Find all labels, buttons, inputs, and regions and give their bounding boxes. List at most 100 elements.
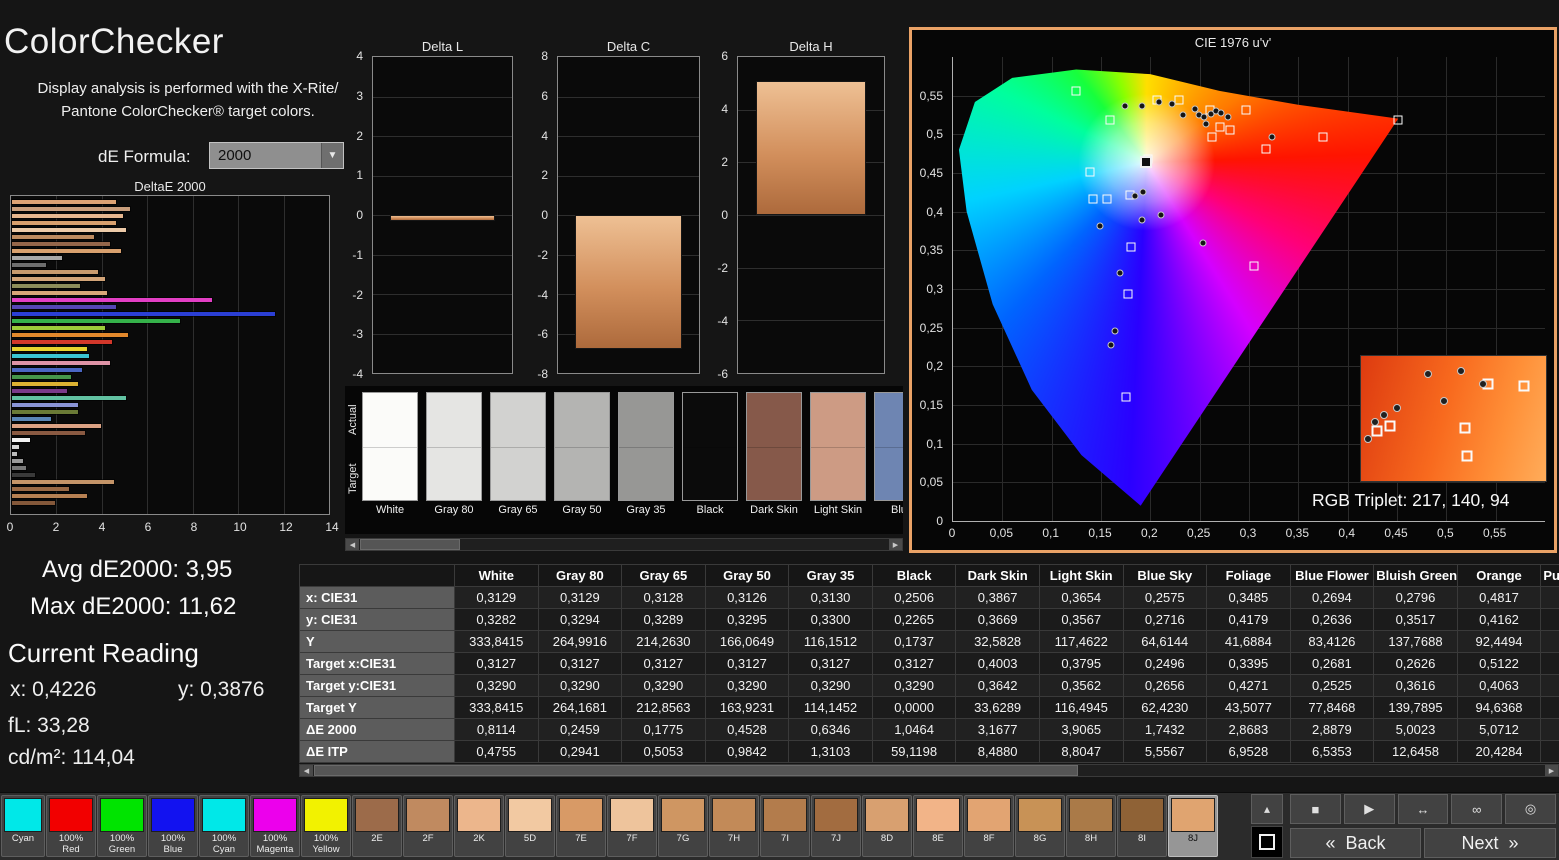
patch-button-8f[interactable]: 8F xyxy=(964,795,1014,857)
table-cell: 0,2496 xyxy=(1123,653,1207,675)
delta-l-chart-plot xyxy=(372,56,513,374)
swatch-color xyxy=(554,392,610,501)
table-cell: 0,4162 xyxy=(1457,609,1541,631)
inset-measurement-marker xyxy=(1371,418,1379,426)
patch-label: 8I xyxy=(1120,834,1164,856)
patch-button-7i[interactable]: 7I xyxy=(760,795,810,857)
loop-button[interactable]: ∞ xyxy=(1451,794,1502,824)
patch-window-icon xyxy=(1259,834,1275,850)
scroll-right-button[interactable]: ▶ xyxy=(1545,765,1558,776)
swatch-scrollbar[interactable]: ◀ ▶ xyxy=(345,538,903,551)
deltae-bar xyxy=(12,459,23,463)
axis-tick-label: 0 xyxy=(7,520,14,534)
patch-button-2e[interactable]: 2E xyxy=(352,795,402,857)
play-button[interactable]: ▶ xyxy=(1344,794,1395,824)
row-label: ΔE 2000 xyxy=(300,719,455,741)
avg-de2000-readout: Avg dE2000: 3,95 xyxy=(42,556,232,584)
target-button[interactable]: ◎ xyxy=(1505,794,1556,824)
deltae-bar xyxy=(12,270,98,274)
patch-button-8g[interactable]: 8G xyxy=(1015,795,1065,857)
patch-label: 100% Red xyxy=(49,834,93,856)
patch-label: 8D xyxy=(865,834,909,856)
patch-button-2k[interactable]: 2K xyxy=(454,795,504,857)
table-cell: 0,2575 xyxy=(1123,587,1207,609)
table-cell: 0,3290 xyxy=(872,675,956,697)
patch-button-7f[interactable]: 7F xyxy=(607,795,657,857)
table-cell: 333,8415 xyxy=(455,631,539,653)
axis-tick-label: 6 xyxy=(519,89,548,103)
max-de2000-readout: Max dE2000: 11,62 xyxy=(30,593,236,621)
table-scrollbar[interactable]: ◀ ▶ xyxy=(299,764,1559,777)
patch-button-100-blue[interactable]: 100% Blue xyxy=(148,795,198,857)
patch-button-7j[interactable]: 7J xyxy=(811,795,861,857)
scroll-right-button[interactable]: ▶ xyxy=(889,539,902,550)
axis-tick-label: 0,35 xyxy=(912,243,943,257)
patch-button-100-red[interactable]: 100% Red xyxy=(46,795,96,857)
cie-measurement-marker xyxy=(1121,103,1128,110)
deltae-x-axis-labels: 02468101214 xyxy=(10,520,332,534)
table-cell: 64,6144 xyxy=(1123,631,1207,653)
axis-tick-label: 2 xyxy=(519,168,548,182)
patch-button-2f[interactable]: 2F xyxy=(403,795,453,857)
table-cell: 0,4271 xyxy=(1207,675,1291,697)
swatch-divider xyxy=(491,447,545,448)
table-cell: 0,5122 xyxy=(1457,653,1541,675)
patch-button-100-cyan[interactable]: 100% Cyan xyxy=(199,795,249,857)
patch-button-100-green[interactable]: 100% Green xyxy=(97,795,147,857)
scroll-left-button[interactable]: ◀ xyxy=(346,539,359,550)
patch-label: 8H xyxy=(1069,834,1113,856)
patch-color-swatch xyxy=(49,798,93,832)
patch-button-8i[interactable]: 8I xyxy=(1117,795,1167,857)
table-cell: 0,3290 xyxy=(705,675,789,697)
de-formula-dropdown[interactable]: 2000 ▼ xyxy=(209,142,344,169)
deltae-bar xyxy=(12,249,121,253)
patch-button-8e[interactable]: 8E xyxy=(913,795,963,857)
patch-button-8d[interactable]: 8D xyxy=(862,795,912,857)
table-cell: 32,5828 xyxy=(956,631,1040,653)
patch-button-7g[interactable]: 7G xyxy=(658,795,708,857)
deltae-bar xyxy=(12,452,17,456)
table-cell: 0,3127 xyxy=(705,653,789,675)
table-row: Target Y333,8415264,1681212,8563163,9231… xyxy=(300,697,1559,719)
swatch-divider xyxy=(747,447,801,448)
patch-button-100-magenta[interactable]: 100% Magenta xyxy=(250,795,300,857)
scroll-left-button[interactable]: ◀ xyxy=(300,765,313,776)
deltae-bar xyxy=(12,256,62,260)
patch-button-8j[interactable]: 8J xyxy=(1168,795,1218,857)
gridline xyxy=(373,176,512,177)
patch-button-100-yellow[interactable]: 100% Yellow xyxy=(301,795,351,857)
patch-color-swatch xyxy=(661,798,705,832)
table-cell: 0,4755 xyxy=(455,741,539,763)
axis-tick-label: 14 xyxy=(325,520,338,534)
cie-measurement-marker xyxy=(1140,188,1147,195)
patch-button-7h[interactable]: 7H xyxy=(709,795,759,857)
cie-measurement-marker xyxy=(1179,112,1186,119)
scroll-thumb[interactable] xyxy=(314,765,1078,776)
delta-l-axis-labels: 43210-1-2-3-4 xyxy=(334,56,368,374)
column-header: Gray 50 xyxy=(705,565,789,587)
scroll-thumb[interactable] xyxy=(360,539,460,550)
table-cell: 0,3289 xyxy=(622,609,706,631)
patch-button-7e[interactable]: 7E xyxy=(556,795,606,857)
stop-button[interactable]: ■ xyxy=(1290,794,1341,824)
patch-label: 7J xyxy=(814,834,858,856)
patch-window-button[interactable] xyxy=(1251,826,1283,858)
patch-button-8h[interactable]: 8H xyxy=(1066,795,1116,857)
step-button[interactable]: ↔ xyxy=(1398,794,1449,824)
cie-target-marker xyxy=(1121,393,1130,402)
cie-target-marker xyxy=(1102,194,1111,203)
back-button[interactable]: « Back xyxy=(1290,828,1421,858)
axis-tick-label: 0,35 xyxy=(1286,526,1309,540)
scroll-track[interactable] xyxy=(313,765,1545,776)
table-cell: 139,7895 xyxy=(1374,697,1458,719)
collapse-button[interactable]: ▴ xyxy=(1251,794,1283,824)
patch-color-swatch xyxy=(355,798,399,832)
patch-button-5d[interactable]: 5D xyxy=(505,795,555,857)
table-cell: 0,3128 xyxy=(622,587,706,609)
cie-target-marker xyxy=(1208,132,1217,141)
next-button[interactable]: Next » xyxy=(1424,828,1556,858)
patch-button-cyan[interactable]: Cyan xyxy=(1,795,45,857)
axis-tick-label: 6 xyxy=(145,520,152,534)
delta-bar xyxy=(390,215,496,221)
scroll-track[interactable] xyxy=(359,539,889,550)
